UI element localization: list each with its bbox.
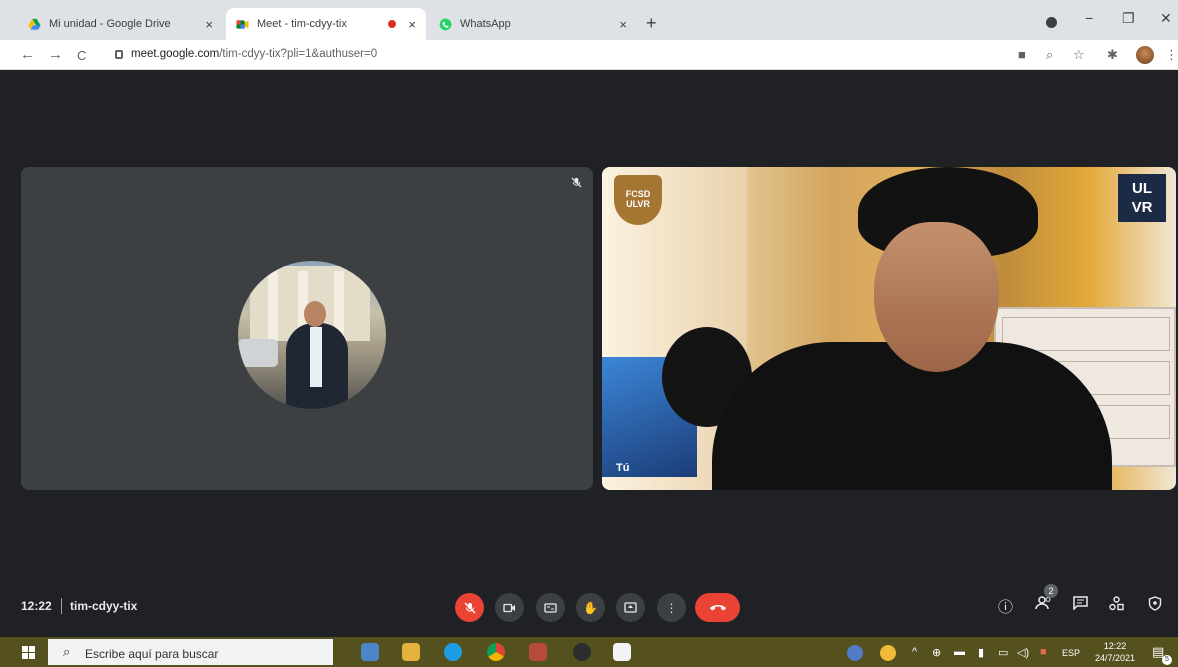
tab-close-icon[interactable]: ×: [619, 17, 627, 32]
camera-icon: [503, 603, 515, 612]
present-screen-icon: [624, 602, 637, 613]
menu-icon[interactable]: ⋮: [1165, 47, 1178, 63]
reload-button[interactable]: C: [77, 48, 86, 63]
microphone-off-button[interactable]: [455, 593, 484, 622]
taskbar-time: 12:22: [1103, 641, 1127, 651]
microphone-tray-icon[interactable]: ▮: [978, 646, 984, 659]
google-meet-icon: [236, 19, 249, 29]
battery-icon[interactable]: ▬: [954, 646, 965, 658]
hand-icon: ✋: [583, 600, 598, 615]
volume-icon[interactable]: ◁): [1017, 646, 1029, 659]
tray-chevron-up-icon[interactable]: ^: [912, 646, 917, 658]
bookmark-star-icon[interactable]: ☆: [1073, 47, 1085, 63]
self-view-tile[interactable]: FCSD ULVR UL VR Tú: [602, 167, 1176, 490]
fcsd-badge-logo: FCSD ULVR: [614, 175, 662, 225]
notification-count-badge: 5: [1162, 655, 1172, 665]
tab-google-drive[interactable]: Mi unidad - Google Drive ×: [18, 8, 223, 40]
leave-call-button[interactable]: [695, 593, 740, 622]
taskbar-date: 24/7/2021: [1095, 653, 1136, 663]
task-view-app-icon[interactable]: [361, 643, 379, 661]
people-icon[interactable]: [1035, 596, 1053, 614]
tab-meet[interactable]: Meet - tim-cdyy-tix ×: [226, 8, 426, 40]
profile-avatar[interactable]: [1136, 46, 1154, 64]
search-app-icon[interactable]: [613, 643, 631, 661]
ulvr-logo: UL VR: [1118, 174, 1166, 222]
browser-toolbar: ← → C meet.google.com/tim-cdyy-tix?pli=1…: [0, 40, 1178, 70]
search-icon: ⌕: [63, 644, 71, 659]
tray-app-icon-2[interactable]: ■: [1040, 646, 1047, 658]
google-drive-icon: [28, 18, 41, 30]
language-indicator[interactable]: ESP: [1062, 648, 1080, 658]
participants-count-badge: 2: [1044, 584, 1058, 598]
more-options-button[interactable]: ⋮: [657, 593, 686, 622]
divider: [61, 598, 62, 614]
address-bar[interactable]: meet.google.com/tim-cdyy-tix?pli=1&authu…: [131, 48, 377, 60]
minimize-button[interactable]: −: [1085, 10, 1093, 26]
tab-close-icon[interactable]: ×: [205, 17, 213, 32]
closed-captions-icon: [544, 602, 557, 613]
host-controls-shield-icon[interactable]: [1148, 596, 1162, 615]
camera-button[interactable]: [495, 593, 524, 622]
zoom-icon[interactable]: ⌕: [1046, 47, 1053, 63]
restore-button[interactable]: ❐: [1122, 10, 1135, 27]
activities-icon[interactable]: [1109, 596, 1124, 615]
meeting-clock: 12:22: [21, 599, 52, 613]
new-tab-button[interactable]: +: [646, 13, 657, 34]
windows-start-icon[interactable]: [22, 646, 35, 659]
extensions-icon[interactable]: ✱: [1107, 47, 1118, 63]
self-name-label: Tú: [616, 462, 630, 474]
tab-close-icon[interactable]: ×: [408, 17, 416, 32]
network-icon[interactable]: ▭: [998, 646, 1008, 659]
whatsapp-icon: [439, 18, 452, 30]
present-now-button[interactable]: [616, 593, 645, 622]
help-tray-icon[interactable]: [847, 645, 863, 661]
mic-off-icon: [464, 602, 475, 613]
tab-title: WhatsApp: [460, 18, 511, 30]
mic-off-icon: [571, 177, 582, 191]
tab-title: Meet - tim-cdyy-tix: [257, 18, 347, 30]
tab-title: Mi unidad - Google Drive: [49, 18, 171, 30]
captions-button[interactable]: [536, 593, 565, 622]
taskbar-clock[interactable]: 12:22 24/7/2021: [1095, 640, 1135, 664]
hang-up-icon: [709, 605, 726, 611]
screen: Mi unidad - Google Drive × Meet - tim-cd…: [0, 0, 1178, 667]
browser-tab-strip: Mi unidad - Google Drive × Meet - tim-cd…: [0, 0, 1178, 40]
emoji-tray-icon[interactable]: [880, 645, 896, 661]
tab-whatsapp[interactable]: WhatsApp ×: [429, 8, 637, 40]
file-explorer-icon[interactable]: [402, 643, 420, 661]
edge-browser-icon[interactable]: [444, 643, 462, 661]
chrome-browser-icon[interactable]: [487, 643, 505, 661]
obs-studio-icon[interactable]: [573, 643, 591, 661]
camera-in-use-icon[interactable]: ■: [1018, 47, 1026, 62]
url-host: meet.google.com: [131, 48, 220, 60]
photo-app-icon[interactable]: [529, 643, 547, 661]
chat-icon[interactable]: [1073, 596, 1088, 614]
meeting-details-info-icon[interactable]: ⓘ: [998, 596, 1013, 617]
more-vertical-icon: ⋮: [665, 600, 678, 615]
lock-icon[interactable]: [115, 50, 123, 59]
profile-dot-icon[interactable]: [1046, 17, 1057, 28]
forward-button[interactable]: →: [48, 46, 63, 63]
recording-indicator-icon: [388, 20, 397, 28]
close-window-button[interactable]: ✕: [1160, 10, 1172, 27]
participant-avatar: [238, 261, 386, 409]
url-path: /tim-cdyy-tix?pli=1&authuser=0: [219, 48, 378, 60]
meeting-code: tim-cdyy-tix: [70, 599, 138, 613]
taskbar-search-placeholder: Escribe aquí para buscar: [85, 647, 219, 661]
tray-app-icon[interactable]: ⊕: [932, 646, 941, 659]
raise-hand-button[interactable]: ✋: [576, 593, 605, 622]
back-button[interactable]: ←: [20, 46, 35, 63]
